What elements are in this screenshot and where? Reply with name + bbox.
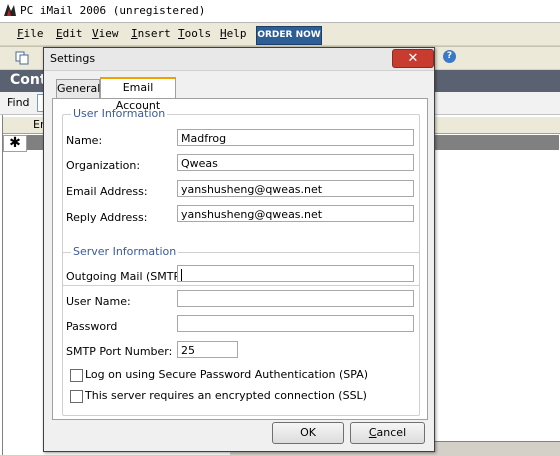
user-name-field[interactable]: [177, 290, 414, 307]
app-title-bar: PC iMail 2006 (unregistered): [0, 0, 560, 23]
settings-dialog: Settings ✕ General Email Account User In…: [43, 47, 435, 452]
reply-address-label: Reply Address:: [66, 211, 148, 224]
smtp-label: Outgoing Mail (SMTP): [66, 270, 185, 283]
server-information-group: Server Information Outgoing Mail (SMTP) …: [62, 245, 420, 416]
password-label: Password: [66, 320, 118, 333]
smtp-field[interactable]: [177, 265, 414, 282]
menu-edit[interactable]: Edit: [56, 27, 83, 40]
email-account-panel: User Information Name: Madfrog Organizat…: [52, 98, 428, 420]
order-now-button[interactable]: ORDER NOW: [256, 26, 322, 45]
name-field[interactable]: Madfrog: [177, 129, 414, 146]
new-row-marker: ✱: [3, 135, 27, 152]
find-label: Find: [7, 96, 30, 109]
menu-view[interactable]: View: [92, 27, 119, 40]
user-name-label: User Name:: [66, 295, 131, 308]
spa-checkbox[interactable]: [70, 369, 83, 382]
menu-tools[interactable]: Tools: [178, 27, 211, 40]
email-address-field[interactable]: yanshusheng@qweas.net: [177, 180, 414, 197]
spa-label[interactable]: Log on using Secure Password Authenticat…: [85, 368, 368, 381]
ok-button[interactable]: OK: [272, 422, 344, 444]
help-icon[interactable]: ?: [443, 50, 456, 63]
menu-insert[interactable]: Insert: [131, 27, 171, 40]
server-information-title: Server Information: [71, 245, 179, 258]
text-cursor: [181, 269, 182, 281]
dialog-title-bar: Settings ✕: [44, 48, 434, 71]
reply-address-field[interactable]: yanshusheng@qweas.net: [177, 205, 414, 222]
smtp-port-label: SMTP Port Number:: [66, 345, 173, 358]
name-label: Name:: [66, 134, 103, 147]
menu-help[interactable]: Help: [220, 27, 247, 40]
email-address-label: Email Address:: [66, 185, 148, 198]
app-title: PC iMail 2006 (unregistered): [20, 4, 206, 17]
dialog-title: Settings: [50, 52, 96, 65]
menu-file[interactable]: File: [17, 27, 44, 40]
password-field[interactable]: [177, 315, 414, 332]
copy-icon[interactable]: [15, 51, 29, 65]
ssl-checkbox[interactable]: [70, 390, 83, 403]
tab-general[interactable]: General: [56, 79, 100, 98]
grid-border: [2, 115, 3, 455]
close-button[interactable]: ✕: [392, 49, 434, 68]
cancel-button[interactable]: Cancel: [350, 422, 425, 444]
tab-email-account[interactable]: Email Account: [100, 77, 176, 112]
ssl-label[interactable]: This server requires an encrypted connec…: [85, 389, 367, 402]
app-logo-icon: [4, 4, 16, 16]
smtp-port-field[interactable]: 25: [177, 341, 238, 358]
contacts-header-title: Cont: [10, 72, 47, 88]
organization-field[interactable]: Qweas: [177, 154, 414, 171]
organization-label: Organization:: [66, 159, 141, 172]
